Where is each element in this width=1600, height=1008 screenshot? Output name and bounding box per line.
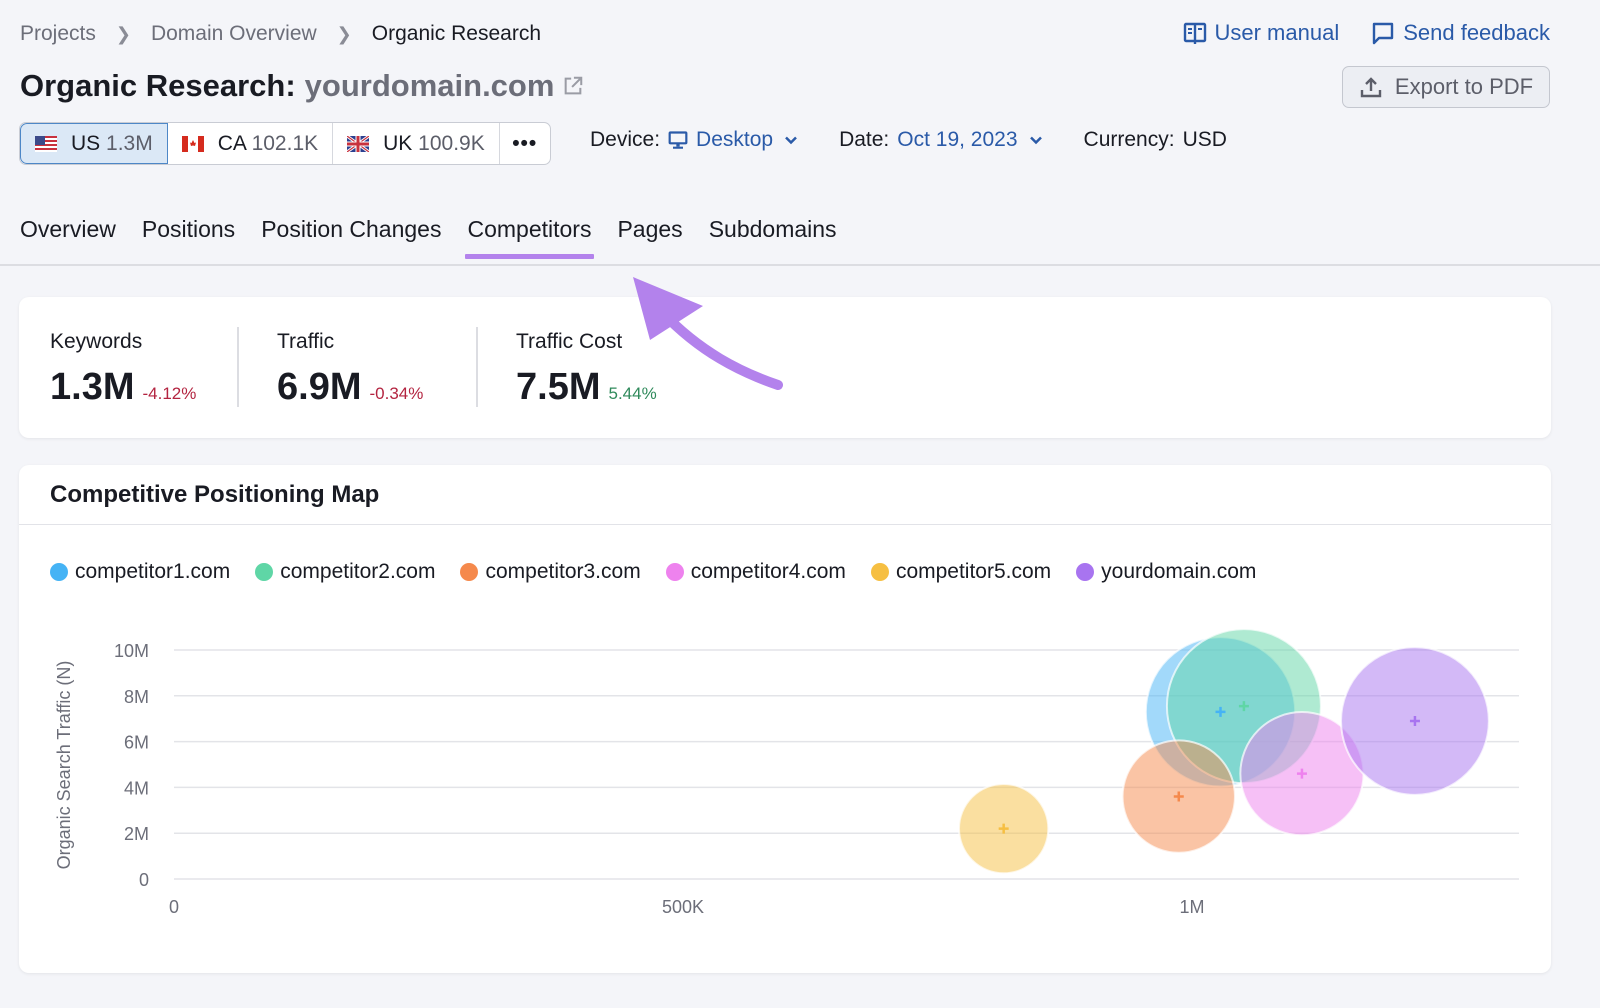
currency-filter: Currency: USD bbox=[1084, 128, 1227, 152]
more-icon: ••• bbox=[512, 131, 538, 155]
date-value: Oct 19, 2023 bbox=[897, 128, 1018, 151]
external-link-icon[interactable] bbox=[562, 75, 584, 97]
y-tick-label: 0 bbox=[139, 870, 149, 890]
speech-bubble-icon bbox=[1373, 22, 1394, 45]
tab-positions[interactable]: Positions bbox=[142, 216, 235, 259]
y-tick-label: 2M bbox=[124, 824, 149, 844]
chevron-right-icon: ❯ bbox=[336, 23, 352, 44]
device-value: Desktop bbox=[696, 128, 774, 151]
tab-position-changes[interactable]: Position Changes bbox=[261, 216, 441, 259]
currency-value: USD bbox=[1182, 128, 1227, 151]
tab-overview[interactable]: Overview bbox=[20, 216, 116, 259]
filters-bar: Device: Desktop Date: Oct 19, 2023 Curre… bbox=[590, 128, 1227, 152]
database-value: 1.3M bbox=[106, 131, 153, 155]
metric-traffic-cost: Traffic Cost 7.5M 5.44% bbox=[516, 330, 657, 409]
metric-keywords: Keywords 1.3M -4.12% bbox=[50, 330, 196, 409]
chevron-down-icon bbox=[785, 136, 797, 145]
metric-value[interactable]: 6.9M bbox=[277, 366, 361, 409]
breadcrumb-domain-overview[interactable]: Domain Overview bbox=[151, 22, 317, 46]
breadcrumb-projects[interactable]: Projects bbox=[20, 22, 96, 46]
page-title: Organic Research: yourdomain.com bbox=[20, 68, 584, 104]
database-code: UK bbox=[383, 131, 413, 155]
database-tab-us[interactable]: US 1.3M bbox=[20, 123, 168, 164]
metric-label: Traffic Cost bbox=[516, 330, 623, 353]
x-tick-label: 500K bbox=[662, 897, 704, 917]
database-value: 100.9K bbox=[418, 131, 485, 155]
database-selector: US 1.3M CA 102.1K UK 100.9K ••• bbox=[19, 122, 551, 165]
device-label: Device: bbox=[590, 128, 661, 151]
export-label: Export to PDF bbox=[1394, 74, 1534, 99]
export-to-pdf-button[interactable]: Export to PDF bbox=[1342, 66, 1550, 108]
device-filter[interactable]: Device: Desktop bbox=[590, 128, 801, 152]
tab-subdomains[interactable]: Subdomains bbox=[709, 216, 837, 259]
report-tabs: Overview Positions Position Changes Comp… bbox=[20, 216, 837, 259]
send-feedback-link[interactable]: Send feedback bbox=[1371, 20, 1550, 46]
metric-delta: 5.44% bbox=[608, 384, 657, 403]
date-filter[interactable]: Date: Oct 19, 2023 bbox=[839, 128, 1045, 152]
metric-traffic: Traffic 6.9M -0.34% bbox=[277, 330, 423, 409]
database-code: CA bbox=[217, 131, 246, 155]
page-title-prefix: Organic Research: bbox=[20, 68, 296, 103]
tab-pages[interactable]: Pages bbox=[617, 216, 682, 259]
date-label: Date: bbox=[839, 128, 890, 151]
database-tab-ca[interactable]: CA 102.1K bbox=[168, 123, 334, 164]
tab-competitors[interactable]: Competitors bbox=[465, 216, 595, 259]
desktop-icon bbox=[668, 131, 688, 149]
x-tick-label: 0 bbox=[169, 897, 179, 917]
us-flag-icon bbox=[35, 135, 57, 152]
send-feedback-label: Send feedback bbox=[1403, 20, 1550, 45]
summary-card: Keywords 1.3M -4.12% Traffic 6.9M -0.34%… bbox=[19, 297, 1551, 438]
database-value: 102.1K bbox=[251, 131, 319, 155]
user-manual-label: User manual bbox=[1214, 20, 1340, 45]
database-code: US bbox=[71, 131, 101, 155]
metric-label: Traffic bbox=[277, 330, 335, 353]
page-title-domain[interactable]: yourdomain.com bbox=[305, 68, 555, 104]
metric-label: Keywords bbox=[50, 330, 143, 353]
chevron-down-icon bbox=[1029, 136, 1042, 145]
database-tab-uk[interactable]: UK 100.9K bbox=[333, 123, 500, 164]
currency-label: Currency: bbox=[1083, 128, 1175, 151]
x-tick-label: 1M bbox=[1179, 897, 1204, 917]
bubble-chart: 0 2M 4M 6M 8M 10M 0 500K 1M Organic Search Traffi… bbox=[54, 628, 1519, 917]
competitive-positioning-map-card: Competitive Positioning Map competitor1.… bbox=[19, 465, 1551, 973]
metric-value[interactable]: 1.3M bbox=[50, 366, 134, 409]
chevron-right-icon: ❯ bbox=[115, 23, 131, 44]
more-databases-button[interactable]: ••• bbox=[500, 123, 550, 164]
y-tick-label: 8M bbox=[124, 687, 149, 707]
y-tick-label: 10M bbox=[114, 641, 149, 661]
metric-value[interactable]: 7.5M bbox=[516, 366, 600, 409]
breadcrumb: Projects ❯ Domain Overview ❯ Organic Res… bbox=[20, 22, 541, 46]
y-tick-label: 4M bbox=[124, 778, 149, 798]
metric-delta: -4.12% bbox=[142, 384, 197, 403]
metric-divider bbox=[476, 327, 478, 407]
y-axis-label: Organic Search Traffic (N) bbox=[54, 661, 74, 870]
metric-divider bbox=[237, 327, 239, 407]
ca-flag-icon bbox=[181, 135, 204, 152]
upload-icon bbox=[1360, 77, 1382, 98]
breadcrumb-current: Organic Research bbox=[371, 22, 542, 45]
metric-delta: -0.34% bbox=[369, 384, 424, 403]
y-tick-label: 6M bbox=[124, 733, 149, 753]
tabs-divider bbox=[0, 264, 1600, 266]
user-manual-link[interactable]: User manual bbox=[1183, 20, 1340, 46]
top-links: User manual Send feedback bbox=[1183, 20, 1550, 46]
book-icon bbox=[1183, 22, 1206, 44]
uk-flag-icon bbox=[347, 135, 370, 152]
